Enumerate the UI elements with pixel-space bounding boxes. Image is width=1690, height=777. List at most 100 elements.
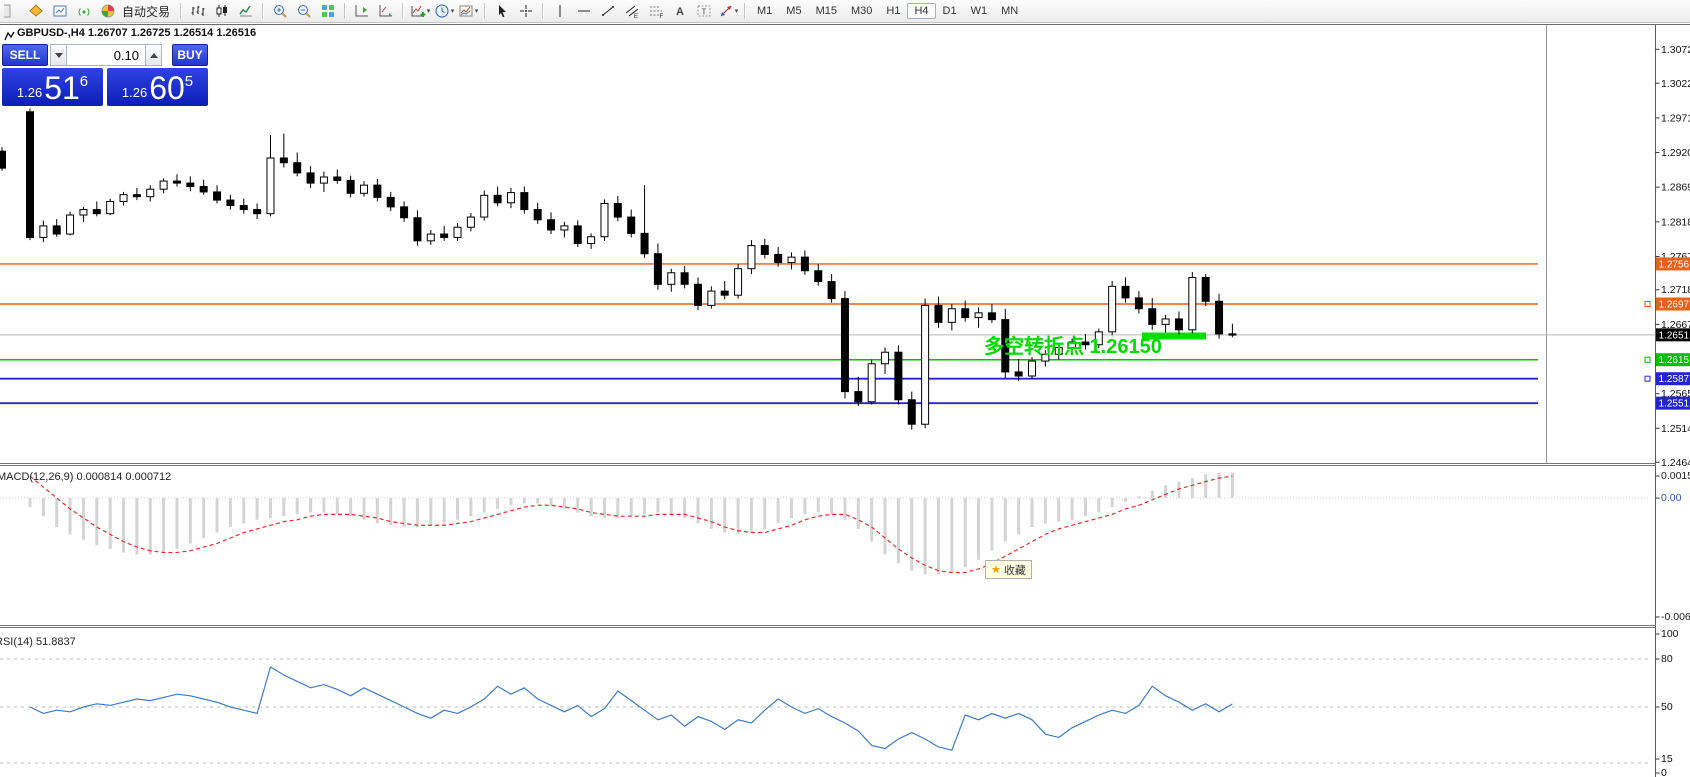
arrows-icon[interactable]: ▾ [716, 1, 740, 21]
one-click-trading-panel: SELL BUY 1.26 51 6 1.26 60 5 [2, 44, 208, 106]
text-label-icon[interactable]: T [692, 1, 716, 21]
equidistant-channel-icon[interactable]: E [620, 1, 644, 21]
candle-body [414, 218, 421, 241]
trade-panel-prices: 1.26 51 6 1.26 60 5 [2, 68, 208, 106]
candle-body [454, 227, 461, 237]
trendline-icon[interactable] [596, 1, 620, 21]
signal-icon[interactable] [72, 1, 96, 21]
annotation-text: 多空转折点 1.26150 [984, 334, 1162, 358]
periods-icon[interactable]: ▾ [432, 1, 456, 21]
candle-body [922, 305, 929, 424]
line-endpoint-marker[interactable] [1645, 302, 1650, 307]
fibonacci-icon[interactable]: F [644, 1, 668, 21]
axis-tick-label: 1.3022 [1661, 78, 1690, 90]
volume-decrease-button[interactable] [50, 44, 67, 66]
timeframe-button-d1[interactable]: D1 [936, 3, 964, 19]
timeframe-button-h1[interactable]: H1 [879, 3, 907, 19]
volume-input[interactable] [67, 44, 145, 66]
candle-body [67, 215, 74, 234]
dropdown-caret-icon[interactable]: ▾ [735, 7, 739, 15]
indicators-icon[interactable]: ▾ [408, 1, 432, 21]
candle-body [895, 352, 902, 400]
auto-trading-icon[interactable] [96, 1, 120, 21]
candle-body [481, 195, 488, 217]
svg-text:E: E [634, 14, 638, 19]
bar-chart-icon[interactable] [186, 1, 210, 21]
candle-body [147, 189, 154, 196]
charts-profile-icon[interactable] [48, 1, 72, 21]
timeframe-button-m15[interactable]: M15 [809, 3, 844, 19]
svg-text:A: A [676, 6, 684, 18]
macd-axis-label: 0.00 [1661, 492, 1682, 504]
candle-body [120, 195, 127, 202]
cursor-icon[interactable] [490, 1, 514, 21]
price-label-text: 1.2615 [1659, 355, 1690, 366]
text-icon[interactable]: A [668, 1, 692, 21]
candle-chart-icon[interactable] [210, 1, 234, 21]
rsi-axis-label: 15 [1661, 753, 1673, 765]
candle-body [801, 257, 808, 271]
axis-tick-label: 1.2514 [1661, 423, 1690, 435]
zoom-in-icon[interactable] [268, 1, 292, 21]
candle-body [721, 291, 728, 295]
volume-increase-button[interactable] [145, 44, 162, 66]
buy-price-button[interactable]: 1.26 60 5 [107, 68, 208, 106]
candle-body [374, 185, 381, 197]
candle-body [467, 217, 474, 227]
new-order-icon[interactable] [24, 1, 48, 21]
zoom-out-icon[interactable] [292, 1, 316, 21]
candle-body [828, 282, 835, 299]
timeframe-button-m1[interactable]: M1 [750, 3, 779, 19]
candle-body [40, 226, 47, 238]
candle-body [628, 217, 635, 233]
macd-pane: 0.001540.00-0.0066MACD(12,26,9) 0.000814… [0, 470, 1690, 623]
rsi-axis-label: 50 [1661, 701, 1673, 713]
toolbar-separator [180, 3, 182, 19]
sell-button[interactable]: SELL [2, 44, 48, 66]
auto-trading-label[interactable]: 自动交易 [122, 3, 170, 20]
horizontal-line-icon[interactable] [572, 1, 596, 21]
candle-body [280, 158, 287, 163]
buy-price-small: 1.26 [122, 85, 147, 100]
candle-body [187, 183, 194, 186]
axis-tick-label: 1.2818 [1661, 216, 1690, 228]
candle-body [427, 234, 434, 241]
dropdown-caret-icon[interactable]: ▾ [475, 7, 479, 15]
chart-title: GBPUSD-,H4 1.26707 1.26725 1.26514 1.265… [17, 27, 256, 39]
rsi-pane: 1008050150RSI(14) 51.8837 [0, 628, 1679, 777]
crosshair-icon[interactable] [514, 1, 538, 21]
vertical-line-icon[interactable] [548, 1, 572, 21]
timeframe-button-m5[interactable]: M5 [779, 3, 808, 19]
candle-body [735, 269, 742, 295]
candle-body [107, 201, 114, 213]
candle-body [27, 112, 34, 238]
candle-body [708, 291, 715, 305]
timeframe-button-mn[interactable]: MN [994, 3, 1025, 19]
toolbar-separator [402, 3, 404, 19]
chart-shift-icon[interactable] [350, 1, 374, 21]
candle-body [494, 195, 501, 202]
tile-windows-icon[interactable] [316, 1, 340, 21]
candle-body [788, 257, 795, 262]
macd-axis-label: 0.00154 [1661, 470, 1690, 482]
clipped-edge-icon[interactable] [0, 1, 24, 21]
favorite-tooltip[interactable]: ★ 收藏 [985, 560, 1032, 579]
dropdown-caret-icon[interactable]: ▾ [427, 7, 431, 15]
timeframe-button-m30[interactable]: M30 [844, 3, 879, 19]
candle-body [347, 180, 354, 193]
sell-price-small: 1.26 [17, 85, 42, 100]
buy-button[interactable]: BUY [172, 44, 208, 66]
line-endpoint-marker[interactable] [1645, 357, 1650, 362]
dropdown-caret-icon[interactable]: ▾ [451, 7, 455, 15]
auto-scroll-icon[interactable] [374, 1, 398, 21]
candle-body [641, 233, 648, 253]
sell-price-button[interactable]: 1.26 51 6 [2, 68, 103, 106]
timeframe-button-w1[interactable]: W1 [964, 3, 995, 19]
chart-canvas[interactable]: 1.30721.30221.29711.29201.28691.28181.27… [0, 0, 1690, 777]
rsi-axis-label: 0 [1661, 767, 1667, 777]
line-endpoint-marker[interactable] [1645, 376, 1650, 381]
templates-icon[interactable]: ▾ [456, 1, 480, 21]
line-chart-icon[interactable] [234, 1, 258, 21]
timeframe-button-h4[interactable]: H4 [907, 3, 935, 19]
axis-tick-label: 1.3072 [1661, 44, 1690, 56]
